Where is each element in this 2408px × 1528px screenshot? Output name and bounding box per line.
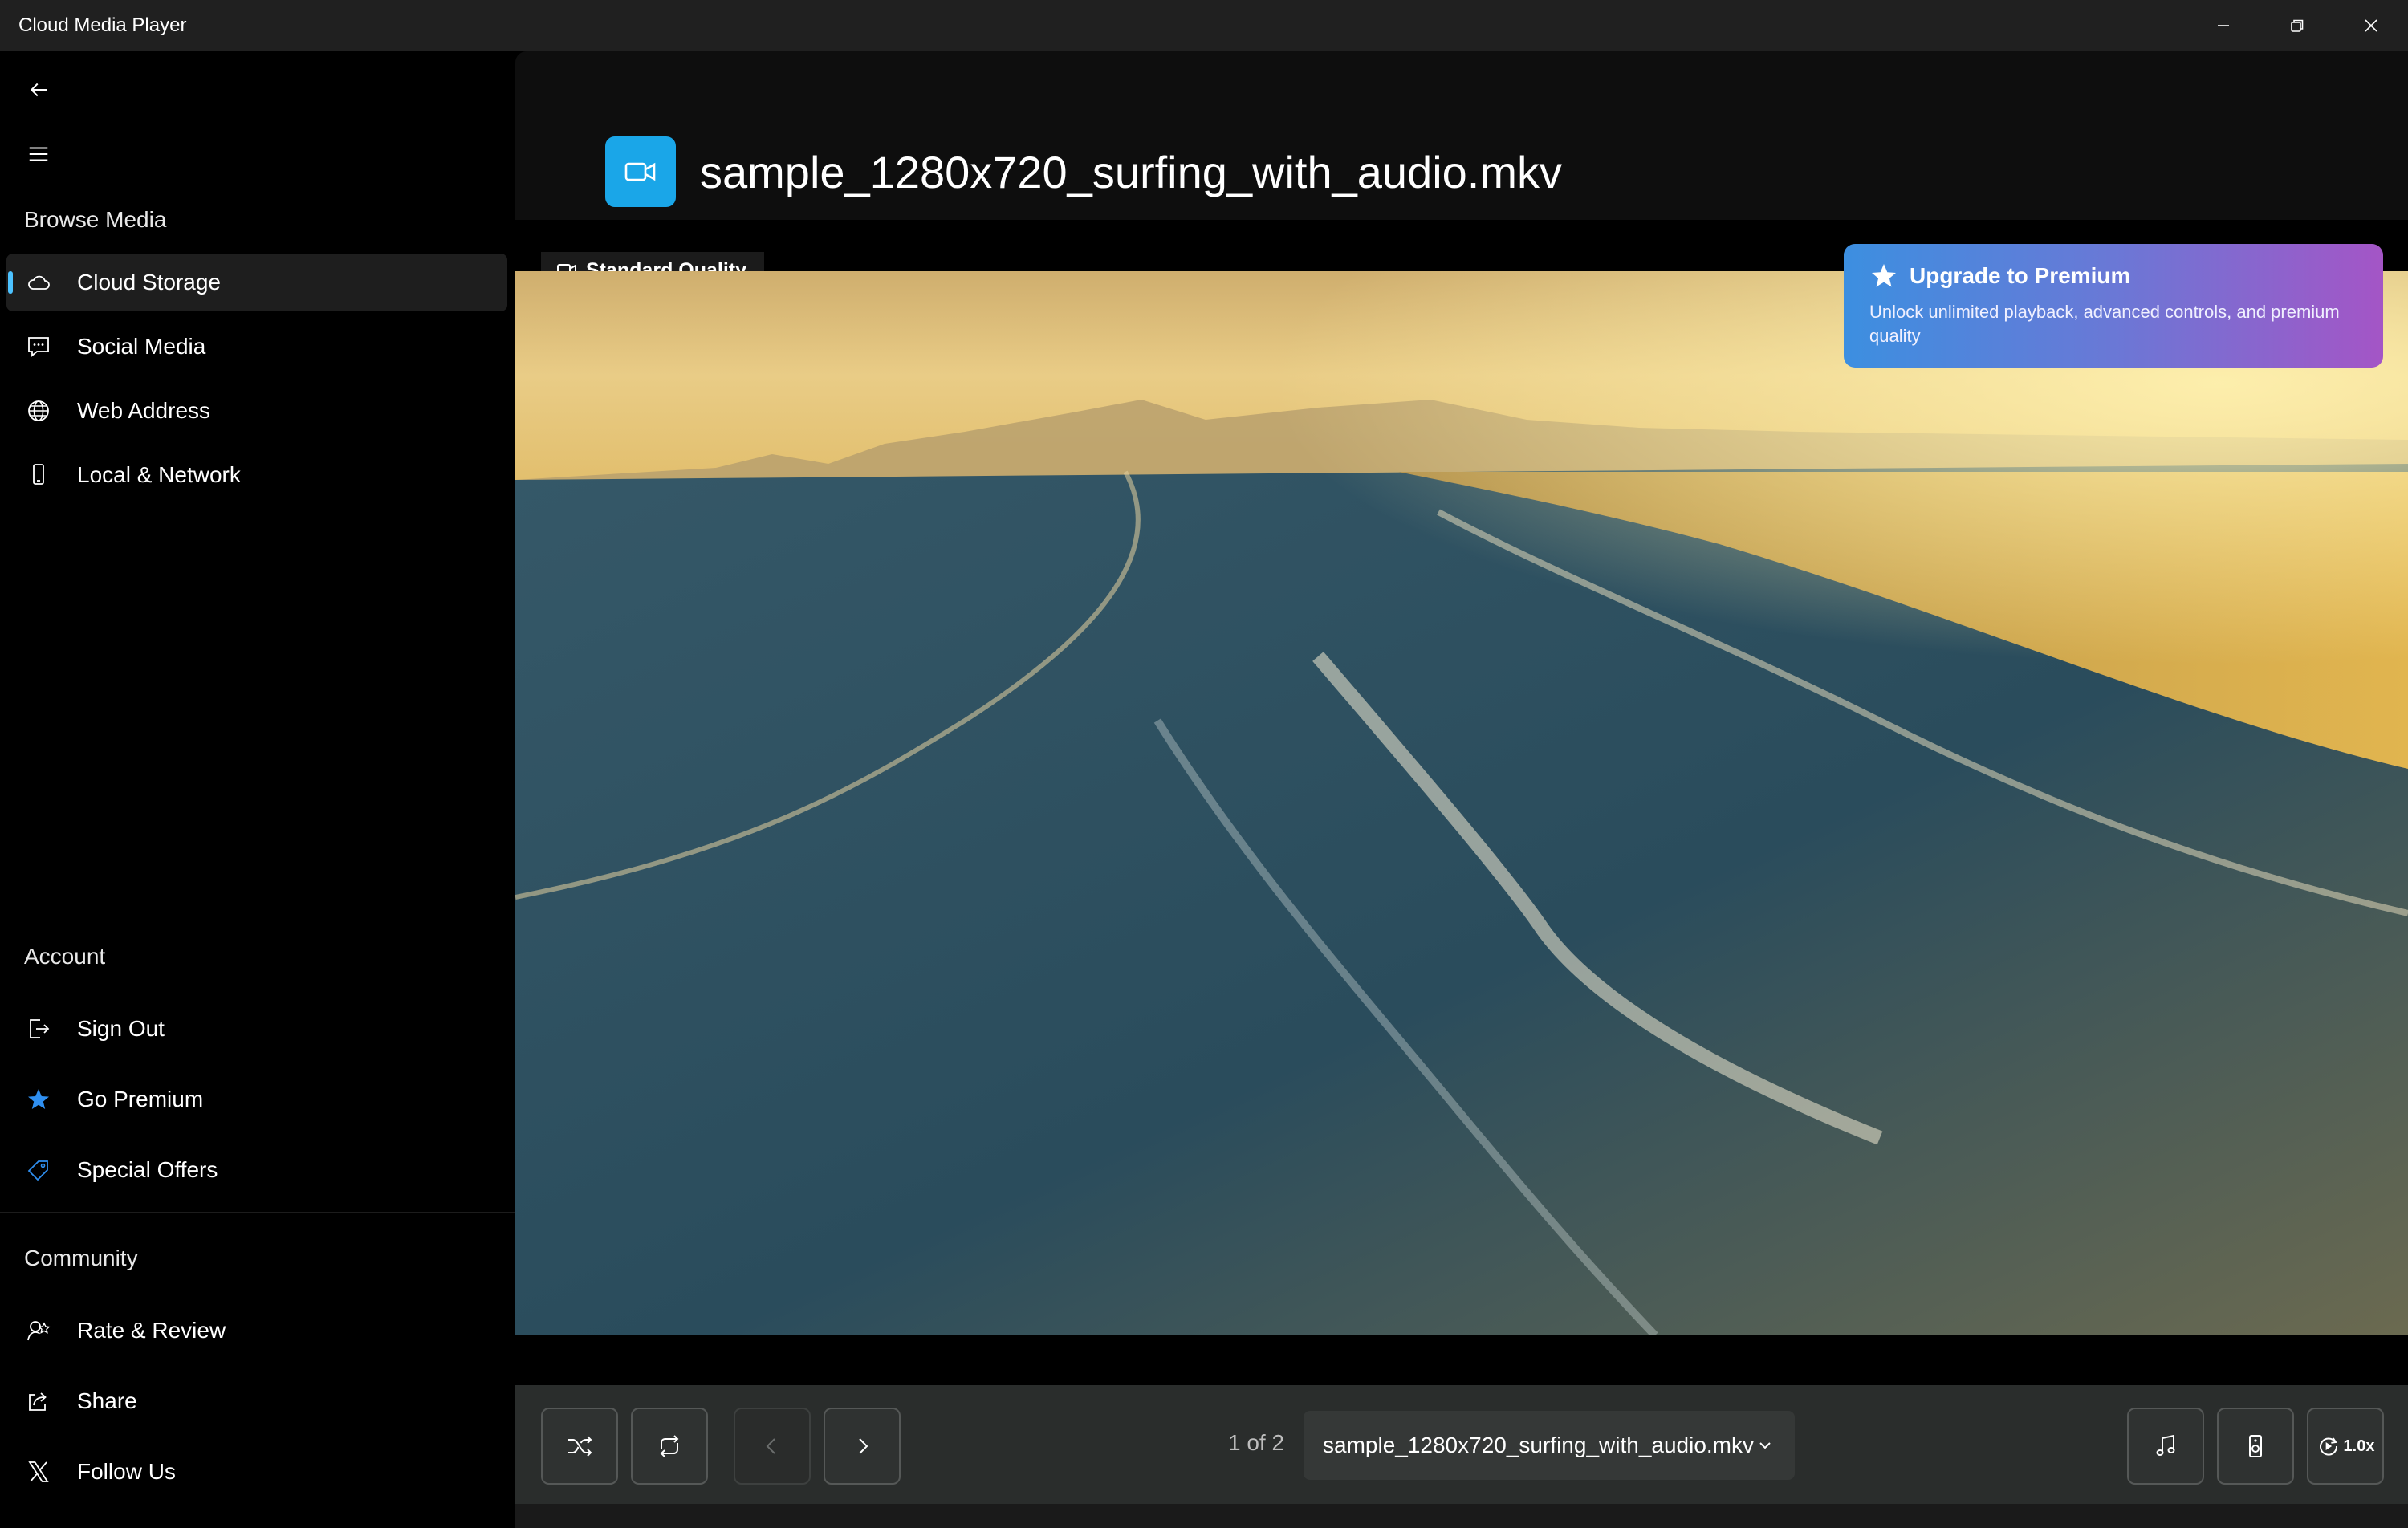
premium-title: Upgrade to Premium — [1910, 263, 2131, 288]
previous-button[interactable] — [734, 1408, 811, 1485]
nav-label: Rate & Review — [77, 1318, 226, 1343]
share-icon — [24, 1387, 53, 1416]
repeat-button[interactable] — [631, 1408, 708, 1485]
star-icon — [24, 1085, 53, 1114]
chevron-left-icon — [766, 1438, 775, 1454]
nav-label: Go Premium — [77, 1087, 204, 1111]
close-button[interactable] — [2334, 0, 2408, 51]
video-file-icon — [605, 136, 676, 207]
speed-icon — [2319, 1437, 2337, 1456]
nav-label: Local & Network — [77, 462, 241, 487]
video-scene — [515, 271, 2408, 1335]
nav-share[interactable]: Share — [6, 1372, 507, 1430]
rate-review-icon — [24, 1316, 53, 1345]
browse-media-heading: Browse Media — [24, 207, 167, 232]
title-bar: Cloud Media Player — [0, 0, 2408, 51]
star-icon — [1872, 264, 1896, 287]
globe-icon — [24, 396, 53, 425]
restore-button[interactable] — [2260, 0, 2334, 51]
community-heading: Community — [24, 1246, 138, 1270]
nav-label: Follow Us — [77, 1459, 176, 1484]
repeat-icon — [660, 1435, 679, 1457]
bottom-strip — [515, 1504, 2408, 1528]
nav-follow-us[interactable]: Follow Us — [6, 1443, 507, 1501]
speed-label: 1.0x — [2343, 1437, 2375, 1455]
minimize-button[interactable] — [2186, 0, 2260, 51]
file-title: sample_1280x720_surfing_with_audio.mkv — [700, 147, 1563, 197]
sign-out-icon — [24, 1014, 53, 1043]
sidebar-divider — [0, 1212, 515, 1213]
audio-track-button[interactable] — [2127, 1408, 2204, 1485]
back-arrow-icon — [30, 83, 47, 97]
chevron-right-icon — [859, 1438, 868, 1454]
x-logo-icon — [24, 1457, 53, 1486]
selected-file: sample_1280x720_surfing_with_audio.mkv — [1323, 1432, 1755, 1457]
nav-web-address[interactable]: Web Address — [6, 382, 507, 440]
player-controls: 1 of 2 sample_1280x720_surfing_with_audi… — [515, 1385, 2408, 1504]
nav-special-offers[interactable]: Special Offers — [6, 1141, 507, 1199]
file-select-dropdown[interactable]: sample_1280x720_surfing_with_audio.mkv — [1304, 1411, 1795, 1480]
nav-label: Share — [77, 1388, 137, 1413]
back-button[interactable] — [21, 72, 56, 108]
nav-label: Social Media — [77, 334, 206, 359]
speaker-icon — [2249, 1435, 2262, 1457]
nav-label: Sign Out — [77, 1016, 165, 1041]
hamburger-icon — [29, 147, 48, 161]
nav-social-media[interactable]: Social Media — [6, 318, 507, 376]
active-indicator — [8, 271, 13, 294]
speaker-button[interactable] — [2217, 1408, 2294, 1485]
nav-label: Special Offers — [77, 1157, 218, 1182]
restore-icon — [2291, 19, 2304, 32]
playlist-position: 1 of 2 — [1228, 1430, 1285, 1455]
main-content: sample_1280x720_surfing_with_audio.mkv S… — [515, 51, 2408, 1528]
tag-icon — [24, 1156, 53, 1185]
nav-go-premium[interactable]: Go Premium — [6, 1071, 507, 1128]
window-controls — [2186, 0, 2408, 51]
shuffle-icon — [568, 1436, 592, 1457]
music-note-icon — [2156, 1434, 2175, 1456]
sidebar: Browse Media Cloud Storage Social Media … — [0, 51, 515, 1528]
nav-label: Cloud Storage — [77, 270, 222, 295]
next-button[interactable] — [824, 1408, 901, 1485]
premium-description: Unlock unlimited playback, advanced cont… — [1869, 302, 2340, 346]
nav-local-network[interactable]: Local & Network — [6, 446, 507, 504]
phone-icon — [24, 461, 53, 490]
close-icon — [2365, 19, 2377, 32]
upgrade-premium-card[interactable]: Upgrade to Premium Unlock unlimited play… — [1844, 244, 2383, 368]
chat-icon — [24, 332, 53, 361]
minimize-icon — [2218, 25, 2229, 26]
nav-cloud-storage[interactable]: Cloud Storage — [6, 254, 507, 311]
nav-sign-out[interactable]: Sign Out — [6, 1000, 507, 1058]
cloud-icon — [24, 268, 53, 297]
chevron-down-icon — [1759, 1442, 1771, 1449]
playback-speed-button[interactable]: 1.0x — [2307, 1408, 2384, 1485]
nav-label: Web Address — [77, 398, 211, 423]
account-heading: Account — [24, 944, 106, 969]
app-title: Cloud Media Player — [18, 14, 187, 36]
shuffle-button[interactable] — [541, 1408, 618, 1485]
nav-rate-review[interactable]: Rate & Review — [6, 1302, 507, 1359]
video-frame[interactable] — [515, 271, 2408, 1335]
menu-button[interactable] — [21, 136, 56, 172]
file-header: sample_1280x720_surfing_with_audio.mkv — [515, 51, 2408, 220]
